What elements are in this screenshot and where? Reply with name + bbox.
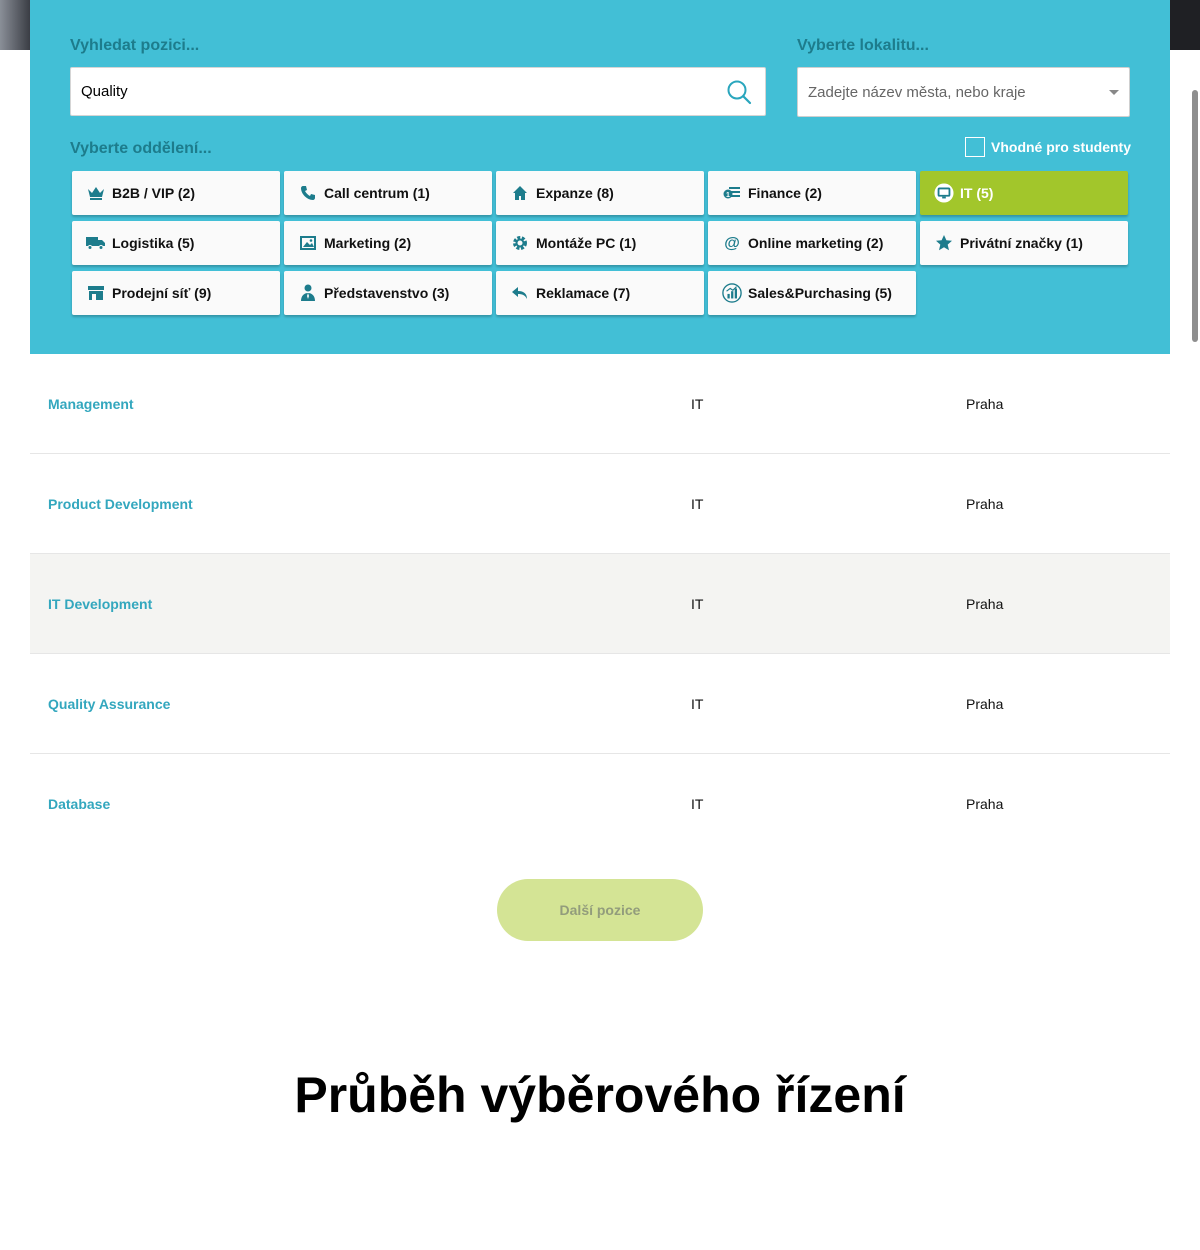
dept-chip-logistika[interactable]: Logistika (5) (72, 221, 280, 265)
job-location: Praha (966, 595, 1004, 612)
money-icon: 1 (722, 183, 742, 203)
store-icon (86, 283, 106, 303)
dept-chip-label: Call centrum (1) (324, 185, 430, 201)
table-row[interactable]: Quality Assurance IT Praha (30, 654, 1170, 754)
students-checkbox[interactable]: Vhodné pro studenty (965, 137, 1131, 157)
person-icon (298, 283, 318, 303)
dept-chip-label: Marketing (2) (324, 235, 412, 251)
location-select[interactable]: Zadejte název města, nebo kraje (797, 67, 1130, 117)
dept-chip-montaze-pc[interactable]: Montáže PC (1) (496, 221, 704, 265)
dept-chip-privatni-znacky[interactable]: Privátní značky (1) (920, 221, 1128, 265)
dept-chip-call-centrum[interactable]: Call centrum (1) (284, 171, 492, 215)
students-checkbox-label: Vhodné pro studenty (991, 139, 1131, 155)
job-title-link[interactable]: Management (48, 396, 134, 412)
chevron-down-icon (1109, 89, 1119, 95)
page-scrollbar[interactable] (1192, 90, 1198, 342)
at-icon: @ (722, 233, 742, 253)
job-department: IT (691, 495, 704, 512)
job-title-link[interactable]: Quality Assurance (48, 696, 170, 712)
dept-chip-label: Privátní značky (1) (960, 235, 1083, 251)
job-list: Management IT Praha Product Development … (30, 354, 1170, 854)
table-row[interactable]: IT Development IT Praha (30, 554, 1170, 654)
job-location: Praha (966, 796, 1004, 812)
dept-chip-finance[interactable]: 1 Finance (2) (708, 171, 916, 215)
dept-chip-prodejni-sit[interactable]: Prodejní síť (9) (72, 271, 280, 315)
department-label: Vyberte oddělení... (70, 140, 212, 157)
job-department: IT (691, 796, 704, 812)
svg-text:1: 1 (726, 192, 730, 199)
truck-icon (86, 233, 106, 253)
dept-chip-label: IT (5) (960, 185, 994, 201)
job-department: IT (691, 695, 704, 712)
search-icon[interactable] (713, 68, 765, 115)
job-filter-panel: Vyhledat pozici... Vyberte lokalitu... Z… (30, 0, 1170, 354)
dept-chip-b2b-vip[interactable]: B2B / VIP (2) (72, 171, 280, 215)
dept-chip-label: Prodejní síť (9) (112, 285, 212, 301)
location-label: Vyberte lokalitu... (797, 37, 929, 54)
table-row[interactable]: Product Development IT Praha (30, 454, 1170, 554)
job-location: Praha (966, 395, 1004, 412)
dept-chip-sales-purchasing[interactable]: Sales&Purchasing (5) (708, 271, 916, 315)
dept-chip-label: B2B / VIP (2) (112, 185, 195, 201)
crown-icon (86, 183, 106, 203)
location-placeholder: Zadejte název města, nebo kraje (808, 83, 1026, 101)
job-location: Praha (966, 695, 1004, 712)
job-department: IT (691, 395, 704, 412)
dept-chip-label: Online marketing (2) (748, 235, 884, 251)
dept-chip-label: Montáže PC (1) (536, 235, 637, 251)
dept-chip-label: Představenstvo (3) (324, 285, 450, 301)
job-title-link[interactable]: Database (48, 796, 110, 812)
job-title-link[interactable]: Product Development (48, 496, 193, 512)
table-row[interactable]: Database IT Praha (30, 754, 1170, 854)
svg-text:@: @ (724, 235, 740, 252)
dept-chip-reklamace[interactable]: Reklamace (7) (496, 271, 704, 315)
hero-image-edge-right (1170, 0, 1200, 50)
dept-chip-label: Finance (2) (748, 185, 822, 201)
job-location: Praha (966, 495, 1004, 512)
home-icon (510, 183, 530, 203)
dept-chip-marketing[interactable]: Marketing (2) (284, 221, 492, 265)
phone-icon (298, 183, 318, 203)
chart-icon (722, 283, 742, 303)
dept-chip-it[interactable]: IT (5) (920, 171, 1128, 215)
job-title-link[interactable]: IT Development (48, 596, 152, 612)
dept-chip-label: Expanze (8) (536, 185, 614, 201)
monitor-icon (934, 183, 954, 203)
hero-image-edge-left (0, 0, 30, 50)
gear-icon (510, 233, 530, 253)
table-row[interactable]: Management IT Praha (30, 354, 1170, 454)
search-input[interactable] (71, 68, 713, 115)
job-department: IT (691, 595, 704, 612)
checkbox-box[interactable] (965, 137, 985, 157)
image-icon (298, 233, 318, 253)
section-title: Průběh výběrového řízení (294, 1067, 906, 1123)
more-positions-button[interactable]: Další pozice (497, 879, 703, 941)
dept-chip-label: Sales&Purchasing (5) (748, 285, 892, 301)
search-label: Vyhledat pozici... (70, 37, 200, 54)
search-field[interactable] (70, 67, 766, 116)
star-icon (934, 233, 954, 253)
reply-icon (510, 283, 530, 303)
dept-chip-predstavenstvo[interactable]: Představenstvo (3) (284, 271, 492, 315)
dept-chip-label: Reklamace (7) (536, 285, 631, 301)
dept-chip-label: Logistika (5) (112, 235, 195, 251)
dept-chip-expanze[interactable]: Expanze (8) (496, 171, 704, 215)
dept-chip-online-marketing[interactable]: @ Online marketing (2) (708, 221, 916, 265)
